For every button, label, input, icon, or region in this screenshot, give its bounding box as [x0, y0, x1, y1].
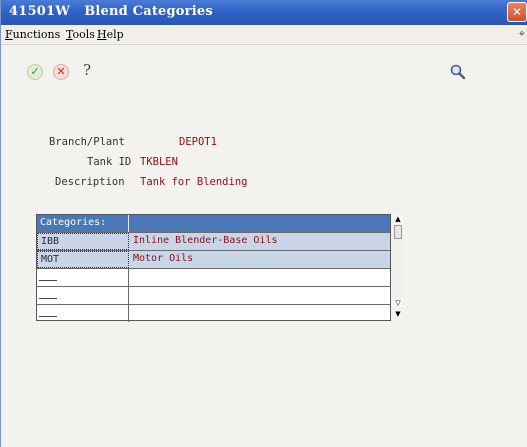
cancel-x-icon[interactable]: ✕	[53, 64, 69, 80]
scroll-up-icon[interactable]: ▲	[393, 214, 403, 225]
description-label: Description	[55, 176, 125, 188]
scroll-thumb[interactable]	[394, 225, 402, 239]
category-description-cell[interactable]: Motor Oils	[129, 251, 390, 268]
menu-functions[interactable]: Functions	[5, 28, 60, 41]
table-row[interactable]: MOT Motor Oils	[37, 250, 390, 268]
category-code-cell[interactable]	[37, 269, 129, 286]
pin-icon[interactable]: ⌖	[519, 27, 525, 41]
category-description-cell[interactable]	[129, 269, 390, 286]
description-value[interactable]: Tank for Blending	[140, 176, 247, 188]
close-icon[interactable]: ✕	[507, 2, 527, 22]
category-code-cell[interactable]	[37, 287, 129, 304]
category-description-cell[interactable]	[129, 305, 390, 322]
category-description-cell[interactable]	[129, 287, 390, 304]
menu-help[interactable]: Help	[97, 28, 124, 41]
branch-plant-label: Branch/Plant	[49, 136, 125, 148]
help-question-icon[interactable]: ?	[83, 61, 91, 79]
scroll-down-icon[interactable]: ▼	[393, 309, 403, 320]
header-categories[interactable]: Categories:	[37, 215, 129, 232]
menu-tools[interactable]: Tools	[66, 28, 95, 41]
tank-id-label: Tank ID	[87, 156, 132, 168]
category-code-cell[interactable]: MOT	[37, 251, 129, 268]
grid-header: Categories:	[37, 215, 390, 232]
grid-scrollbar[interactable]: ▲ ▽ ▼	[393, 214, 403, 321]
categories-grid: Categories: IBB Inline Blender-Base Oils…	[36, 214, 391, 322]
scroll-down-small-icon[interactable]: ▽	[393, 298, 403, 308]
menu-bar: Functions Tools Help ⌖	[1, 25, 527, 45]
category-code-cell[interactable]: IBB	[37, 233, 129, 250]
window-title: 41501W Blend Categories	[9, 4, 213, 19]
toolbar: ✓ ✕ ?	[1, 45, 527, 85]
search-icon[interactable]	[449, 63, 467, 81]
tank-id-value[interactable]: TKBLEN	[140, 156, 178, 168]
table-row[interactable]: IBB Inline Blender-Base Oils	[37, 232, 390, 250]
application-window: 41501W Blend Categories ✕ Functions Tool…	[0, 0, 527, 447]
table-row[interactable]	[37, 268, 390, 286]
ok-checkmark-icon[interactable]: ✓	[27, 64, 43, 80]
category-code-cell[interactable]	[37, 305, 129, 322]
category-description-cell[interactable]: Inline Blender-Base Oils	[129, 233, 390, 250]
title-bar: 41501W Blend Categories ✕	[1, 0, 527, 25]
branch-plant-value[interactable]: DEPOT1	[179, 136, 217, 148]
table-row[interactable]	[37, 304, 390, 322]
table-row[interactable]	[37, 286, 390, 304]
